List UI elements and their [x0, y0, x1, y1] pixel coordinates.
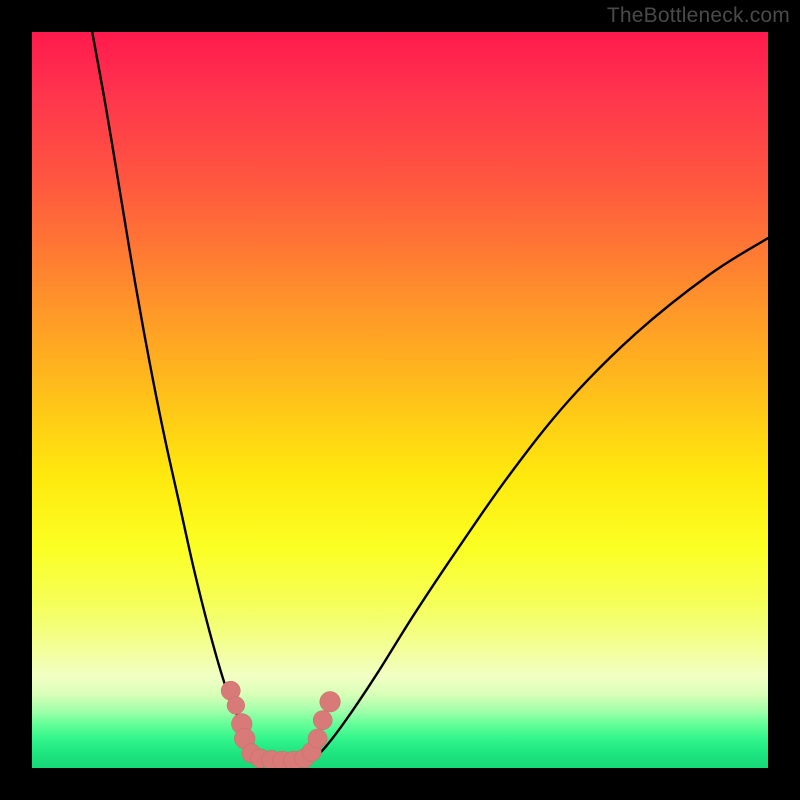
curve-layer: [32, 32, 768, 768]
chart-frame: TheBottleneck.com: [0, 0, 800, 800]
plot-area: [32, 32, 768, 768]
marker-cluster: [221, 681, 340, 768]
curve-left-branch: [91, 32, 268, 761]
data-marker: [320, 691, 341, 712]
watermark-label: TheBottleneck.com: [607, 4, 790, 28]
data-marker: [227, 697, 245, 715]
data-marker: [313, 711, 332, 730]
bottleneck-curve: [91, 32, 768, 761]
data-marker: [308, 729, 327, 748]
curve-right-branch: [312, 238, 768, 761]
